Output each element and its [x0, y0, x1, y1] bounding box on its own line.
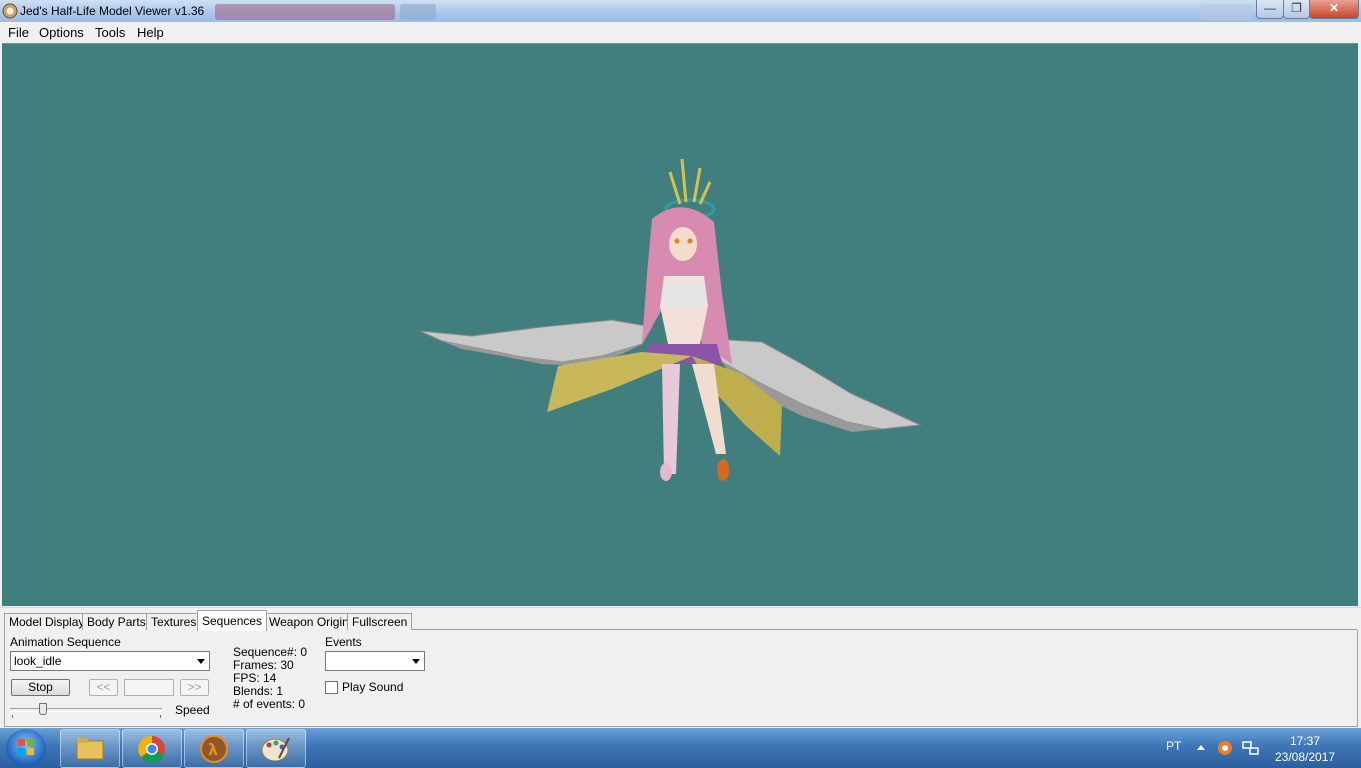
taskbar-half-life[interactable]: λ — [184, 729, 244, 768]
sequences-panel: Animation Sequence look_idle Stop << >> … — [4, 630, 1358, 727]
tab-model-display[interactable]: Model Display — [4, 613, 90, 630]
speed-slider[interactable] — [10, 700, 162, 718]
model-viewport[interactable] — [2, 43, 1358, 606]
taskbar-explorer[interactable] — [60, 729, 120, 768]
network-icon[interactable] — [1242, 740, 1260, 756]
clock-date[interactable]: 23/08/2017 — [1275, 750, 1335, 764]
event-count-info: # of events: 0 — [233, 697, 306, 711]
blends-info: Blends: 1 — [233, 684, 284, 698]
right-eye — [687, 238, 693, 244]
left-wing — [419, 319, 653, 363]
menu-options[interactable]: Options — [39, 25, 84, 40]
sequence-number-info: Sequence#: 0 — [233, 645, 308, 659]
tab-fullscreen[interactable]: Fullscreen — [347, 613, 413, 630]
start-button[interactable] — [6, 729, 46, 767]
svg-text:λ: λ — [208, 740, 218, 759]
language-indicator[interactable]: PT — [1166, 739, 1181, 753]
taskbar: λ PT 17:37 23/08/2017 — [0, 728, 1361, 768]
close-button[interactable]: ✕ — [1309, 0, 1359, 19]
tab-textures[interactable]: Textures — [146, 613, 202, 630]
animation-sequence-value: look_idle — [14, 654, 62, 668]
folder-icon — [76, 738, 104, 760]
show-hidden-icons-icon[interactable] — [1196, 743, 1206, 751]
speed-label: Speed — [175, 703, 210, 717]
events-label: Events — [325, 635, 362, 649]
taskbar-chrome[interactable] — [122, 729, 182, 768]
frame-field[interactable] — [124, 679, 174, 696]
title-bar: Jed's Half-Life Model Viewer v1.36 — ❐ ✕ — [0, 0, 1361, 22]
play-sound-checkbox[interactable] — [325, 681, 338, 694]
left-leg — [662, 364, 680, 474]
menu-tools[interactable]: Tools — [95, 25, 125, 40]
model-render — [419, 158, 922, 481]
tab-body-parts[interactable]: Body Parts — [82, 613, 151, 630]
chrome-icon — [138, 735, 165, 764]
menu-bar: File Options Tools Help — [0, 22, 1361, 42]
right-foot — [717, 459, 729, 481]
animation-sequence-select[interactable]: look_idle — [10, 651, 210, 671]
menu-help[interactable]: Help — [137, 25, 164, 40]
app-icon — [2, 3, 18, 19]
chevron-down-icon — [412, 659, 420, 664]
control-panel: Model Display Body Parts Textures Sequen… — [0, 607, 1361, 729]
frames-info: Frames: 30 — [233, 658, 294, 672]
minimize-button[interactable]: — — [1256, 0, 1284, 19]
animation-sequence-label: Animation Sequence — [10, 635, 121, 649]
windows-logo-icon — [18, 739, 34, 755]
speed-slider-thumb[interactable] — [39, 703, 47, 715]
face — [669, 227, 697, 261]
tab-sequences[interactable]: Sequences — [197, 610, 268, 631]
slider-tick — [160, 715, 161, 718]
chevron-down-icon — [197, 659, 205, 664]
tab-weapon-origin[interactable]: Weapon Origin — [264, 613, 354, 630]
half-life-icon: λ — [200, 735, 228, 763]
taskbar-paint[interactable] — [246, 729, 306, 768]
play-sound-label[interactable]: Play Sound — [342, 680, 403, 694]
top — [662, 282, 706, 306]
slider-tick — [12, 715, 13, 718]
background-window-tab — [400, 4, 436, 20]
avast-icon[interactable] — [1216, 739, 1234, 757]
previous-frame-button[interactable]: << — [89, 679, 118, 696]
fps-info: FPS: 14 — [233, 671, 277, 685]
events-select[interactable] — [325, 651, 425, 671]
left-foot — [660, 463, 672, 481]
clock-time[interactable]: 17:37 — [1290, 734, 1320, 748]
next-frame-button[interactable]: >> — [180, 679, 209, 696]
restore-button[interactable]: ❐ — [1283, 0, 1310, 19]
window-title: Jed's Half-Life Model Viewer v1.36 — [20, 4, 205, 18]
left-eye — [674, 238, 680, 244]
menu-file[interactable]: File — [8, 25, 29, 40]
background-window-tab — [1200, 4, 1252, 20]
paint-palette-icon — [261, 737, 290, 762]
speed-slider-track — [10, 708, 162, 712]
stop-button[interactable]: Stop — [11, 679, 70, 696]
background-window-tab — [215, 4, 395, 20]
